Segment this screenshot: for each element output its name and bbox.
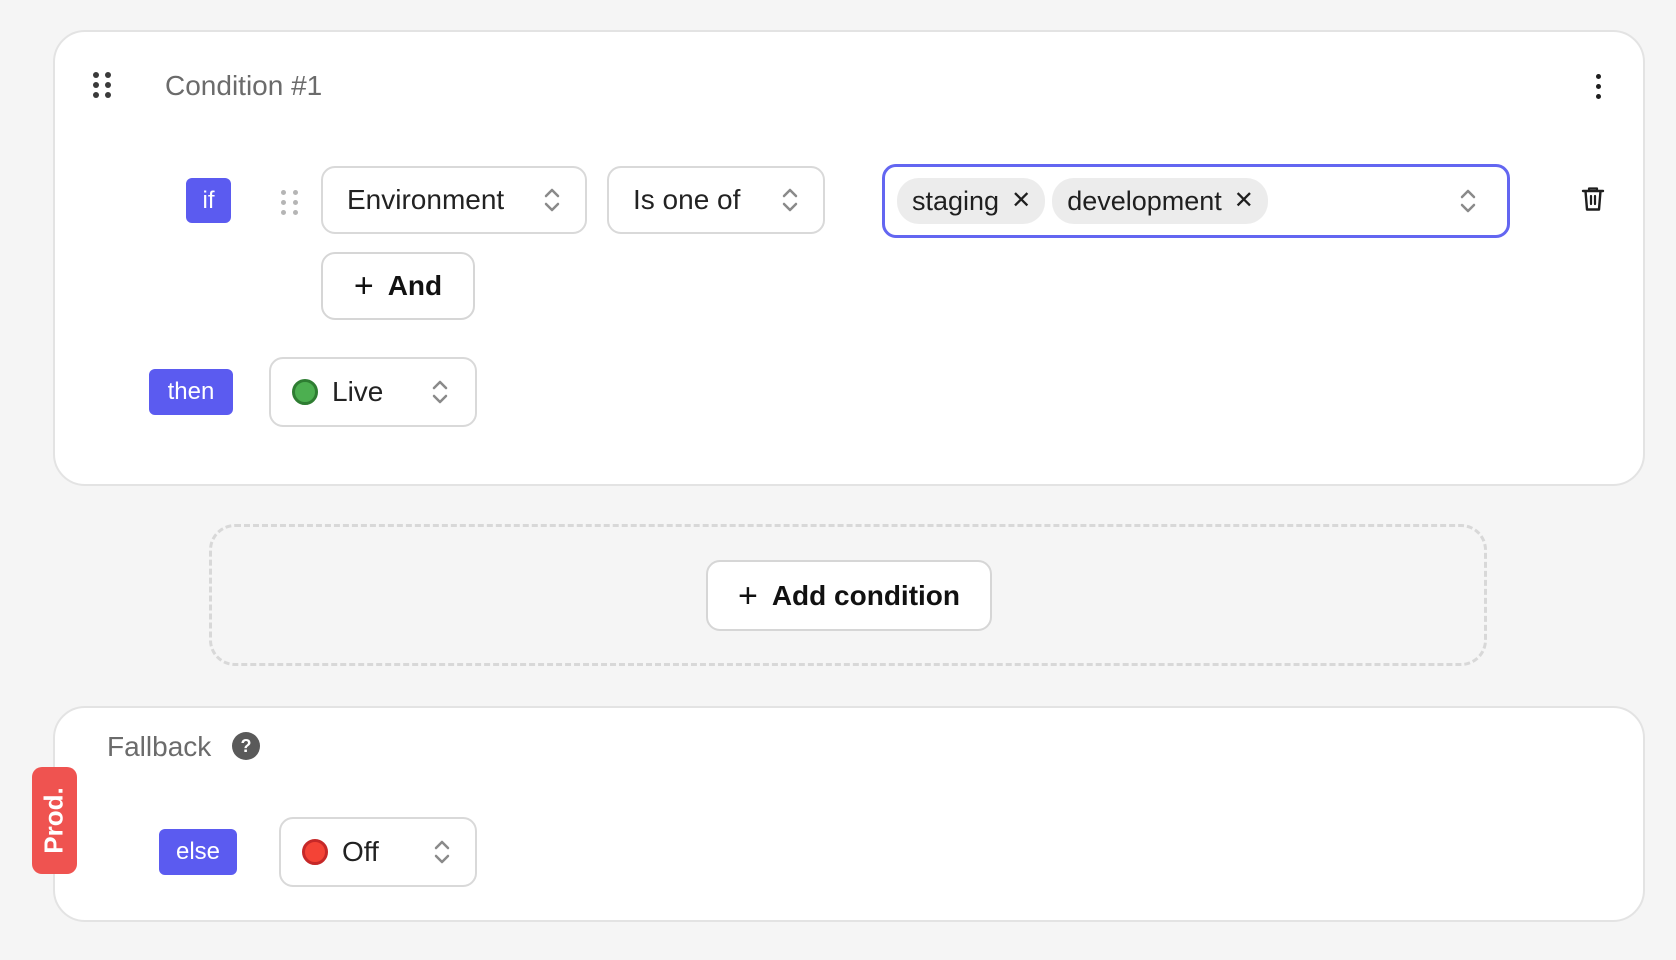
attribute-select[interactable]: Environment bbox=[321, 166, 587, 234]
fallback-card: Fallback ? else Off bbox=[53, 706, 1645, 922]
chevrons-updown-icon bbox=[433, 837, 451, 867]
chevrons-updown-icon bbox=[1459, 186, 1477, 216]
add-condition-label: Add condition bbox=[771, 579, 961, 611]
add-and-button[interactable]: + And bbox=[321, 252, 475, 320]
outcome-select-value: Live bbox=[332, 376, 384, 407]
plus-icon: + bbox=[737, 576, 758, 615]
plus-icon: + bbox=[353, 267, 374, 305]
remove-tag-close-icon[interactable]: ✕ bbox=[1011, 189, 1031, 213]
help-icon[interactable]: ? bbox=[232, 732, 260, 760]
card-drag-handle-icon[interactable] bbox=[93, 72, 111, 98]
add-and-label: And bbox=[387, 270, 443, 301]
add-condition-button[interactable]: + Add condition bbox=[706, 560, 992, 631]
remove-tag-close-icon[interactable]: ✕ bbox=[1234, 189, 1254, 213]
outcome-select[interactable]: Live bbox=[269, 357, 477, 427]
rules-editor: Condition #1 if Environment Is one of st… bbox=[0, 0, 1676, 960]
operator-select[interactable]: Is one of bbox=[607, 166, 825, 234]
chevrons-updown-icon bbox=[781, 185, 799, 215]
fallback-outcome-value: Off bbox=[342, 836, 379, 867]
if-keyword: if bbox=[186, 178, 231, 223]
condition-card: Condition #1 if Environment Is one of st… bbox=[53, 30, 1645, 486]
delete-rule-trash-icon[interactable] bbox=[1581, 186, 1605, 217]
else-keyword: else bbox=[159, 829, 237, 875]
values-multiselect[interactable]: staging ✕ development ✕ bbox=[882, 164, 1510, 238]
condition-title: Condition #1 bbox=[165, 70, 323, 101]
more-options-icon[interactable] bbox=[1596, 74, 1601, 99]
rule-drag-handle-icon[interactable] bbox=[281, 190, 298, 215]
off-status-dot-icon bbox=[302, 839, 328, 865]
fallback-title: Fallback bbox=[107, 731, 212, 762]
value-tag-development: development ✕ bbox=[1052, 178, 1268, 224]
attribute-select-value: Environment bbox=[347, 184, 505, 215]
fallback-outcome-select[interactable]: Off bbox=[279, 817, 477, 887]
live-status-dot-icon bbox=[292, 379, 318, 405]
environment-badge: Prod. bbox=[32, 767, 77, 874]
value-tag-label: development bbox=[1067, 185, 1222, 216]
operator-select-value: Is one of bbox=[633, 184, 741, 215]
chevrons-updown-icon bbox=[543, 185, 561, 215]
value-tag-staging: staging ✕ bbox=[897, 178, 1046, 224]
chevrons-updown-icon bbox=[431, 377, 449, 407]
then-keyword: then bbox=[149, 369, 233, 415]
environment-badge-label: Prod. bbox=[39, 787, 70, 854]
value-tag-label: staging bbox=[912, 185, 1000, 216]
